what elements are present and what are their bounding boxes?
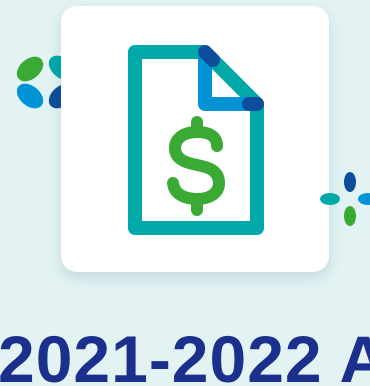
sparkle-icon <box>320 172 370 226</box>
headline-text: 2021-2022 A <box>0 322 370 386</box>
document-fold-navy <box>198 45 220 67</box>
sparkle-petal-green <box>344 206 356 226</box>
sparkle-petal-green <box>16 56 44 82</box>
invoice-document-dollar-icon <box>128 45 264 235</box>
sparkle-petal-blue <box>16 83 44 109</box>
dollar-sign-icon <box>167 116 225 216</box>
sparkle-petal-teal <box>320 193 340 205</box>
icon-card <box>61 6 329 272</box>
hero-illustration: 2021-2022 A <box>0 0 370 386</box>
sparkle-petal-blue <box>358 193 370 205</box>
sparkle-petal-navy <box>344 172 356 192</box>
